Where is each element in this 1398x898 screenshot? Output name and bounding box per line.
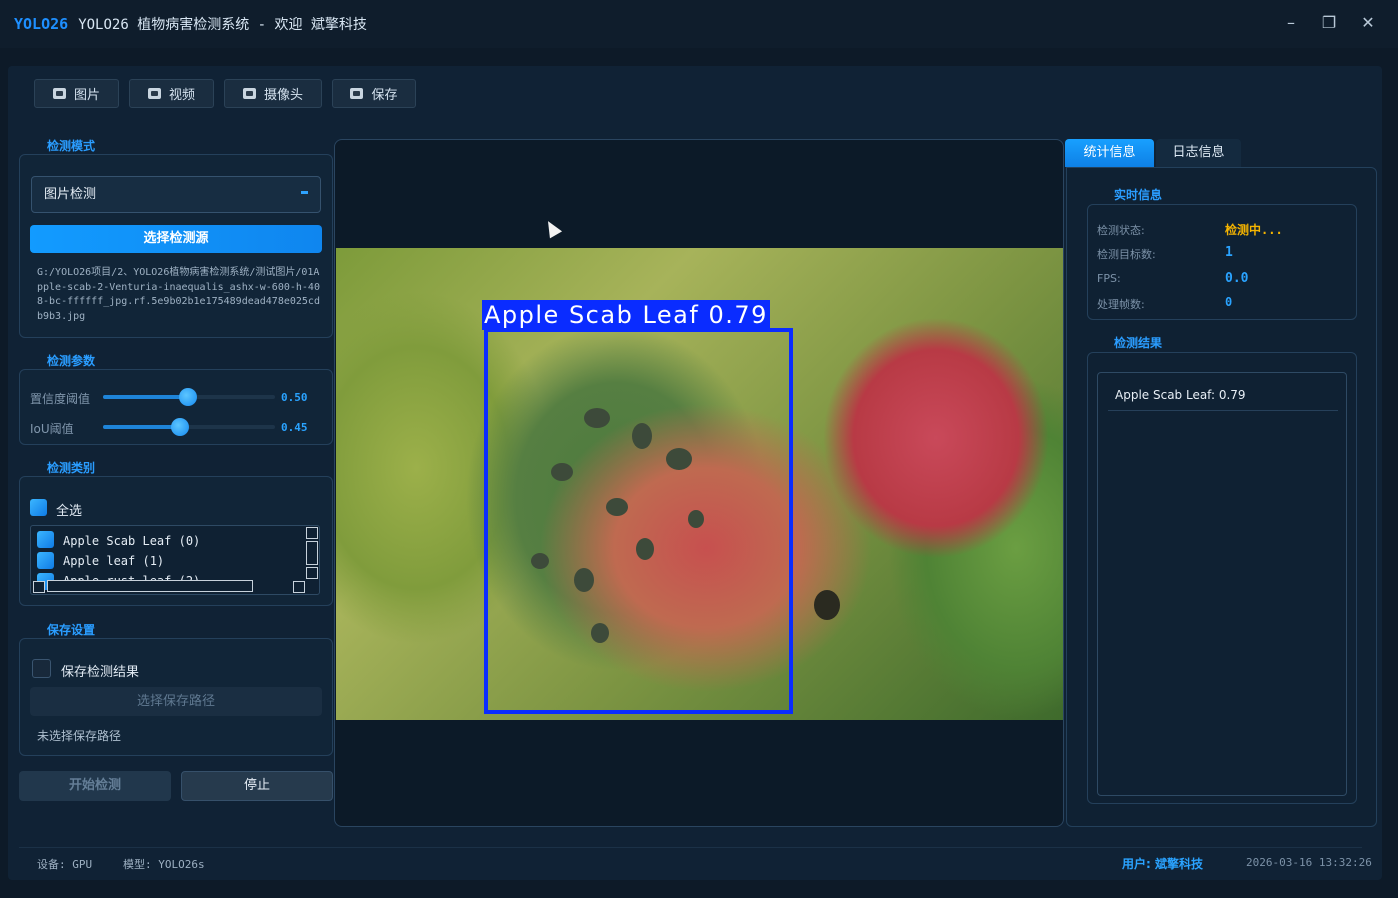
dropdown-arrow-icon — [301, 191, 308, 194]
scroll-right-icon[interactable] — [293, 581, 305, 593]
save-results-label: 保存检测结果 — [61, 665, 140, 680]
save-results-checkbox[interactable] — [32, 659, 51, 678]
select-source-button[interactable]: 选择检测源 — [30, 225, 322, 253]
realtime-title: 实时信息 — [1114, 188, 1163, 202]
confidence-label: 置信度阈值 — [30, 392, 91, 406]
results-list[interactable] — [1097, 372, 1347, 796]
save-path-status: 未选择保存路径 — [37, 729, 122, 743]
iou-slider[interactable] — [103, 418, 275, 436]
detection-mode-value: 图片检测 — [44, 187, 97, 202]
select-all-checkbox[interactable] — [30, 499, 47, 516]
result-divider — [1108, 410, 1338, 411]
minimize-button[interactable]: – — [1281, 12, 1301, 34]
bounding-box-label: Apple Scab Leaf 0.79 — [482, 300, 770, 330]
bounding-box — [484, 328, 793, 714]
detection-image: Apple Scab Leaf 0.79 — [336, 248, 1063, 720]
camera-button[interactable]: 摄像头 — [224, 79, 322, 108]
device-info: 设备: GPU — [37, 858, 93, 871]
tab-log[interactable]: 日志信息 — [1156, 139, 1241, 167]
scroll-up-icon[interactable] — [306, 527, 318, 539]
fps-label: FPS: — [1097, 272, 1121, 285]
vertical-scrollbar-thumb[interactable] — [306, 541, 318, 565]
frames-label: 处理帧数: — [1097, 298, 1145, 311]
fruit-lesion — [814, 590, 840, 620]
detection-display: Apple Scab Leaf 0.79 — [334, 139, 1064, 827]
iou-value: 0.45 — [281, 421, 308, 434]
detection-mode-select[interactable]: 图片检测 — [31, 176, 321, 213]
choose-save-path-button[interactable]: 选择保存路径 — [30, 687, 322, 716]
camera-icon — [52, 88, 66, 99]
scroll-down-icon[interactable] — [306, 567, 318, 579]
confidence-slider[interactable] — [103, 388, 275, 406]
confidence-slider-handle[interactable] — [179, 388, 197, 406]
count-value: 1 — [1225, 245, 1233, 260]
model-info: 模型: YOLO26s — [123, 858, 205, 871]
detection-mode-title: 检测模式 — [47, 139, 96, 153]
film-icon — [147, 88, 161, 99]
image-button[interactable]: 图片 — [34, 79, 119, 108]
floppy-icon — [350, 88, 364, 99]
save-button[interactable]: 保存 — [332, 79, 416, 108]
fps-value: 0.0 — [1225, 271, 1249, 286]
class-item: Apple leaf (1) — [63, 554, 165, 568]
title-bar: YOLO26 YOLO26 植物病害检测系统 - 欢迎 斌擎科技 — [0, 0, 1398, 48]
maximize-button[interactable]: ❐ — [1319, 12, 1339, 34]
scroll-left-icon[interactable] — [33, 581, 45, 593]
video-button[interactable]: 视频 — [129, 79, 214, 108]
iou-slider-fill — [103, 425, 180, 429]
count-label: 检测目标数: — [1097, 248, 1156, 261]
save-settings-title: 保存设置 — [47, 623, 96, 637]
iou-slider-handle[interactable] — [171, 418, 189, 436]
class-checkbox[interactable] — [37, 552, 54, 569]
confidence-slider-fill — [103, 395, 189, 399]
source-path: G:/YOLO26项目/2、YOLO26植物病害检测系统/测试图片/01Appl… — [37, 267, 320, 322]
start-detection-button[interactable]: 开始检测 — [19, 771, 171, 801]
status-label: 检测状态: — [1097, 224, 1145, 237]
confidence-value: 0.50 — [281, 391, 308, 404]
window-title: YOLO26 植物病害检测系统 - 欢迎 斌擎科技 — [78, 17, 367, 33]
class-item: Apple Scab Leaf (0) — [63, 534, 201, 548]
detection-classes-title: 检测类别 — [47, 461, 96, 475]
stop-button[interactable]: 停止 — [181, 771, 333, 801]
camera-button-label: 摄像头 — [263, 88, 303, 103]
horizontal-scrollbar-thumb[interactable] — [47, 580, 253, 592]
webcam-icon — [242, 88, 256, 99]
results-title: 检测结果 — [1114, 336, 1163, 350]
user-info: 用户: 斌擎科技 — [1122, 857, 1203, 871]
select-all-label: 全选 — [56, 504, 83, 519]
save-button-label: 保存 — [371, 88, 398, 103]
tab-stats[interactable]: 统计信息 — [1065, 139, 1154, 167]
video-button-label: 视频 — [168, 88, 195, 103]
iou-label: IoU阈值 — [30, 422, 74, 436]
class-checkbox[interactable] — [37, 531, 54, 548]
app-logo: YOLO26 — [14, 15, 69, 33]
datetime: 2026-03-16 13:32:26 — [1246, 856, 1372, 869]
result-item[interactable]: Apple Scab Leaf: 0.79 — [1115, 388, 1246, 402]
close-button[interactable]: ✕ — [1358, 12, 1378, 34]
status-value: 检测中... — [1225, 223, 1283, 237]
image-button-label: 图片 — [73, 88, 100, 103]
detection-params-title: 检测参数 — [47, 354, 96, 368]
frames-value: 0 — [1225, 295, 1233, 309]
